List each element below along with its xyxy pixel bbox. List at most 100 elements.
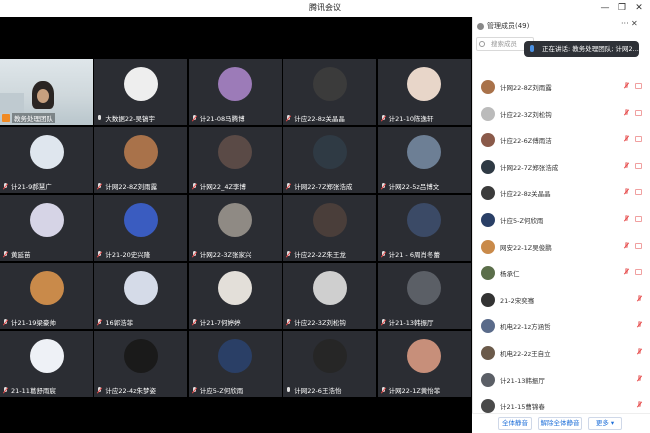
- minimize-button[interactable]: —: [598, 1, 612, 15]
- host-icon: [2, 114, 10, 122]
- mic-muted-icon[interactable]: [624, 268, 629, 276]
- participant-tile[interactable]: 21-11葛舒雨宸: [0, 331, 93, 397]
- participant-tile[interactable]: 计21-9郝慧广: [0, 127, 93, 193]
- participant-tile[interactable]: 计应22-4z朱梦姿: [94, 331, 188, 397]
- participant-tile[interactable]: 计21-10陈逸轩: [377, 59, 471, 125]
- mute-all-button[interactable]: 全体静音: [498, 417, 532, 430]
- mic-muted-icon: [381, 114, 386, 122]
- mic-muted-icon[interactable]: [624, 82, 629, 90]
- mic-muted-icon: [192, 318, 197, 326]
- participant-tile[interactable]: 教务处理团队: [0, 59, 93, 125]
- more-button[interactable]: 更多 ▾: [588, 417, 622, 430]
- mic-muted-icon[interactable]: [624, 135, 629, 143]
- participant-tile[interactable]: 计网22-1Z黄怡菲: [377, 331, 471, 397]
- mic-muted-icon[interactable]: [624, 241, 629, 250]
- participant-tile[interactable]: 计21-20史兴隆: [94, 195, 188, 261]
- mic-muted-icon[interactable]: [637, 374, 642, 383]
- avatar: [481, 239, 495, 254]
- mic-muted-icon: [192, 250, 197, 258]
- member-row[interactable]: 杨承仁: [473, 263, 650, 289]
- participant-tile[interactable]: 大数据22-吴镐宇: [94, 59, 188, 125]
- participant-tile[interactable]: 计网22-3Z张家兴: [188, 195, 282, 261]
- window-close-button[interactable]: ✕: [632, 1, 646, 15]
- video-off-icon[interactable]: [635, 269, 642, 276]
- avatar: [123, 339, 158, 373]
- participant-tile[interactable]: 16郭浩菲: [94, 263, 188, 329]
- mic-muted-icon: [286, 250, 291, 258]
- panel-close-button[interactable]: ✕: [631, 19, 638, 28]
- participant-label: 计网22-7Z郑张浩成: [286, 181, 352, 191]
- member-row[interactable]: 机电22-1z方涵哲: [473, 316, 650, 342]
- mic-muted-icon: [3, 386, 8, 394]
- participant-name: 16郭浩菲: [105, 319, 134, 327]
- participant-tile[interactable]: 计网22-5z吕博文: [377, 127, 471, 193]
- member-row[interactable]: 计21-13韩振厅: [473, 370, 650, 396]
- member-row[interactable]: 计应22-6Z傅雨洁: [473, 130, 650, 156]
- video-off-icon[interactable]: [635, 136, 642, 143]
- member-name: 计应22-6Z傅雨洁: [500, 137, 552, 146]
- restore-button[interactable]: ❐: [615, 1, 629, 15]
- participant-tile[interactable]: 计网22-8Z刘雨露: [94, 127, 188, 193]
- participant-tile[interactable]: 计应22-3Z刘松钩: [283, 263, 377, 329]
- mic-muted-icon[interactable]: [637, 294, 642, 303]
- avatar: [481, 133, 495, 148]
- mic-muted-icon: [97, 182, 102, 190]
- participant-name: 计21-20史兴隆: [105, 251, 151, 259]
- participant-tile[interactable]: 计21 - 6周肖冬蕾: [377, 195, 471, 261]
- video-off-icon[interactable]: [635, 216, 642, 222]
- member-row[interactable]: 机电22-2z王自立: [473, 343, 650, 369]
- member-row[interactable]: 21-2宋奕骞: [473, 290, 650, 316]
- mic-muted-icon[interactable]: [637, 348, 642, 356]
- participant-tile[interactable]: 计网22-6王浩怡: [283, 331, 377, 397]
- video-off-icon[interactable]: [635, 242, 642, 249]
- mic-muted-icon[interactable]: [637, 401, 642, 409]
- avatar: [218, 135, 253, 169]
- member-name: 计网22-8Z刘雨露: [500, 84, 552, 92]
- avatar: [218, 339, 253, 373]
- avatar: [312, 203, 347, 237]
- video-off-icon[interactable]: [635, 189, 642, 196]
- member-name: 21-2宋奕骞: [500, 296, 535, 305]
- participant-tile[interactable]: 计应22-8z关晶晶: [283, 59, 377, 125]
- video-off-icon[interactable]: [635, 83, 642, 89]
- microphone-icon: [286, 386, 291, 394]
- avatar: [218, 203, 253, 237]
- avatar: [123, 203, 158, 237]
- participant-tile[interactable]: 计21-7何婷婷: [188, 263, 282, 329]
- participant-tile[interactable]: 计应5-Z何欣雨: [188, 331, 282, 397]
- member-row[interactable]: 计应22-3Z刘松钩: [473, 104, 650, 130]
- mic-muted-icon[interactable]: [624, 161, 629, 170]
- member-row[interactable]: 计网22-7Z郑张浩成: [473, 157, 650, 183]
- participant-tile[interactable]: 计网22_4Z李博: [188, 127, 282, 193]
- video-off-icon[interactable]: [635, 162, 642, 169]
- participant-tile[interactable]: 计21-19梁豪帅: [0, 263, 93, 329]
- mic-muted-icon[interactable]: [624, 215, 629, 223]
- member-row[interactable]: 网安22-1Z吴俊鹏: [473, 237, 650, 263]
- participant-label: 计应22-3Z刘松钩: [286, 317, 346, 327]
- microphone-icon: [530, 45, 534, 52]
- participant-tile[interactable]: 计21-13韩振厅: [377, 263, 471, 329]
- participant-name: 计21-08马腾博: [199, 115, 245, 123]
- member-name: 计21-13韩振厅: [500, 376, 545, 385]
- search-icon: [479, 41, 485, 47]
- panel-more-button[interactable]: ···: [621, 19, 629, 28]
- avatar: [481, 346, 495, 360]
- video-off-icon[interactable]: [635, 109, 642, 116]
- member-row[interactable]: 计应5-Z何欣雨: [473, 210, 650, 236]
- participant-name: 计网22-8Z刘雨露: [105, 183, 158, 191]
- avatar: [481, 266, 495, 281]
- participant-tile[interactable]: 黄延苗: [0, 195, 93, 261]
- participant-tile[interactable]: 计21-08马腾博: [188, 59, 282, 125]
- participant-tile[interactable]: 计网22-7Z郑张浩成: [283, 127, 377, 193]
- participant-name: 计应22-8z关晶晶: [294, 115, 345, 123]
- unmute-all-button[interactable]: 解除全体静音: [538, 417, 582, 430]
- participant-label: 计应22-2Z朱王龙: [286, 249, 346, 259]
- member-row[interactable]: 计网22-8Z刘雨露: [473, 77, 650, 103]
- participant-tile[interactable]: 计应22-2Z朱王龙: [283, 195, 377, 261]
- avatar: [312, 339, 347, 373]
- mic-muted-icon[interactable]: [624, 108, 629, 117]
- participant-name: 计网22-3Z张家兴: [199, 251, 252, 259]
- mic-muted-icon[interactable]: [637, 321, 642, 329]
- mic-muted-icon[interactable]: [624, 188, 629, 196]
- member-row[interactable]: 计应22-8z关晶晶: [473, 183, 650, 209]
